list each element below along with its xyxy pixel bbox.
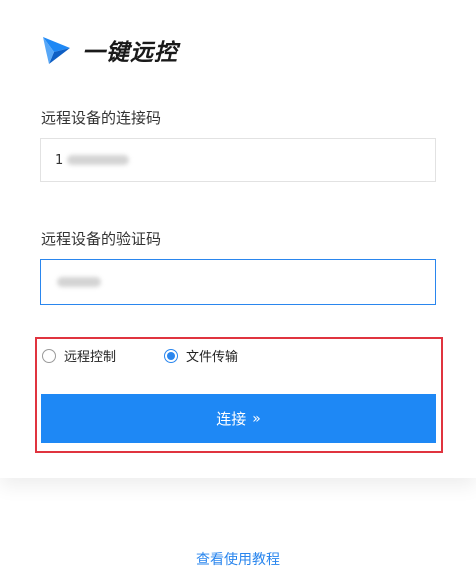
connection-code-label: 远程设备的连接码 <box>41 109 162 127</box>
verification-code-input[interactable] <box>40 259 436 305</box>
verification-code-label: 远程设备的验证码 <box>41 230 162 248</box>
connect-button-label: 连接 <box>216 410 247 428</box>
radio-unchecked-icon <box>42 348 56 363</box>
radio-checked-icon <box>164 348 178 363</box>
radio-file-transfer[interactable]: 文件传输 <box>164 346 238 365</box>
play-arrow-logo-icon <box>43 37 70 64</box>
connect-button[interactable]: 连接 » <box>41 394 436 443</box>
double-chevron-right-icon: » <box>252 410 261 427</box>
radio-remote-control-label: 远程控制 <box>64 350 117 365</box>
radio-remote-control[interactable]: 远程控制 <box>42 346 116 365</box>
connection-code-value: 1 <box>55 152 64 168</box>
redacted-verification-code <box>57 277 101 287</box>
tutorial-link[interactable]: 查看使用教程 <box>0 549 476 569</box>
connection-code-input[interactable]: 1 <box>40 138 436 182</box>
redacted-connection-code <box>67 155 130 165</box>
brand-name: 一键远控 <box>82 40 178 66</box>
radio-file-transfer-label: 文件传输 <box>186 350 239 365</box>
brand-logo: 一键远控 <box>40 33 178 67</box>
connect-page: 一键远控 远程设备的连接码 1 远程设备的验证码 远程控制 文件传输 连接 » … <box>0 0 476 578</box>
